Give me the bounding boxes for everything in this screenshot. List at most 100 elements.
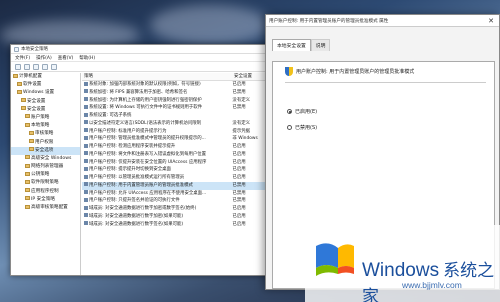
tree-item[interactable]: 计算机配置 — [11, 73, 80, 81]
tree-item[interactable]: 高级安全 Windows — [11, 155, 80, 163]
policy-icon — [84, 151, 88, 156]
policy-icon — [84, 128, 88, 132]
column-policy[interactable]: 策略 — [82, 73, 232, 80]
table-row[interactable]: 域成员: 对安全通道数据进行数字签名(如果可能) 已启用 — [82, 221, 271, 229]
folder-icon — [25, 155, 30, 160]
back-icon[interactable] — [15, 63, 21, 70]
folder-icon — [29, 130, 34, 135]
policy-icon — [84, 81, 88, 86]
policy-icon — [84, 190, 88, 194]
policy-name: 域成员: 对安全通道数据进行数字加密(如果可能) — [82, 213, 230, 221]
folder-icon — [25, 204, 30, 209]
policy-icon — [84, 159, 88, 163]
policy-name: 用户账户控制: 将文件和注册表写入错误虚拟化到每用户位置 — [82, 151, 230, 159]
tree-item[interactable]: 审核策略 — [11, 130, 80, 138]
dialog-tabs: 本地安全设置 说明 — [272, 39, 499, 51]
policy-name: 用户账户控制: 管理员批准模式中管理员的提升权限提示的... — [82, 135, 230, 143]
list-header: 策略 安全设置 — [82, 73, 271, 81]
policy-icon — [84, 182, 88, 187]
table-row[interactable]: 域成员: 对安全通道数据进行数字加密(如果可能) 已启用 — [82, 213, 271, 221]
tree-item[interactable]: 用户权限 — [11, 139, 80, 147]
tab-local-security-setting[interactable]: 本地安全设置 — [272, 39, 311, 51]
policy-name: 用户账户控制: 提示提升时切换到安全桌面 — [82, 166, 230, 174]
tree-item[interactable]: 安全设置 — [11, 106, 80, 114]
folder-icon — [21, 106, 26, 111]
policy-name: 系统设置: 将 Windows 可执行文件中的证书规则用于软件 — [82, 104, 230, 112]
divider — [285, 82, 486, 83]
table-row[interactable]: 用户账户控制: 允许 UIAccess 应用程序在不使用安全桌面... 已禁用 — [82, 190, 271, 198]
table-row[interactable]: 系统对象: 加强内部系统对象的默认权限(例如，符号链接) 已启用 — [82, 81, 271, 89]
table-row[interactable]: 系统加密: 将 FIPS 兼容算法用于加密、哈希和签名 已禁用 — [82, 89, 271, 97]
policy-name: 用户账户控制: 检测应用程序安装并提示提升 — [82, 143, 230, 151]
background-cloud — [150, 5, 270, 45]
menu-action[interactable]: 操作(A) — [36, 55, 52, 61]
policy-icon — [84, 97, 88, 101]
policy-title: 用户账户控制: 用于内置管理员账户的管理员批准模式 — [296, 69, 415, 75]
table-row[interactable]: 域成员: 对安全通道数据进行数字加密或数字签名(始终) 已启用 — [82, 205, 271, 213]
folder-icon — [17, 81, 22, 86]
tree-item-security-options[interactable]: 安全选项 — [11, 146, 80, 155]
tree-item[interactable]: Windows 设置 — [11, 89, 80, 97]
tree-item[interactable]: 软件限制策略 — [11, 179, 80, 187]
help-icon[interactable] — [51, 63, 57, 70]
tree-item[interactable]: IP 安全策略 — [11, 196, 80, 204]
local-security-policy-window: 本地安全策略 文件(F) 操作(A) 查看(V) 帮助(H) 计算机配置 软件设… — [10, 44, 272, 276]
table-row[interactable]: 以安全描述符定义语言(SDDL)语法表示的计算机访问限制 没有定义 — [82, 120, 271, 128]
table-row[interactable]: 用户账户控制: 提示提升时切换到安全桌面 已启用 — [82, 166, 271, 174]
policy-name: 域成员: 对安全通道数据进行数字加密或数字签名(始终) — [82, 205, 230, 213]
policy-icon — [84, 104, 88, 109]
tree-item[interactable]: 本地策略 — [11, 122, 80, 130]
policy-icon — [84, 112, 88, 117]
policy-icon — [84, 135, 88, 140]
table-row[interactable]: 用户账户控制: 检测应用程序安装并提示提升 已启用 — [82, 143, 271, 151]
folder-icon — [25, 188, 30, 193]
folder-icon — [21, 98, 26, 103]
folder-icon — [25, 114, 30, 119]
menu-file[interactable]: 文件(F) — [15, 55, 30, 61]
policy-icon — [84, 205, 88, 210]
table-row[interactable]: 系统设置: 可选子系统 — [82, 112, 271, 120]
table-row[interactable]: 用户账户控制: 将文件和注册表写入错误虚拟化到每用户位置 已启用 — [82, 151, 271, 159]
tree-item[interactable]: 软件设置 — [11, 81, 80, 89]
policy-icon — [84, 197, 88, 202]
radio-enabled[interactable]: 已启用(E) — [287, 108, 317, 115]
policy-heading: 用户账户控制: 用于内置管理员账户的管理员批准模式 — [285, 67, 414, 76]
watermark-brand: Windows — [362, 260, 440, 281]
column-setting[interactable]: 安全设置 — [232, 73, 252, 80]
radio-label: 已禁用(S) — [295, 125, 318, 131]
policy-name: 用户账户控制: 用于内置管理员账户的管理员批准模式 — [82, 182, 230, 190]
table-row[interactable]: 用户账户控制: 仅提升安装在安全位置的 UIAccess 应用程序 已启用 — [82, 159, 271, 167]
close-icon[interactable]: ✕ — [488, 17, 494, 25]
folder-icon — [29, 147, 34, 152]
tree-item[interactable]: 高级审核策略配置 — [11, 204, 80, 212]
tree-item[interactable]: 应用程序控制 — [11, 188, 80, 196]
watermark-text: Windows 系统之家 — [362, 256, 500, 302]
table-row[interactable]: 用户账户控制: 管理员批准模式中管理员的提升权限提示的... 非 Windows — [82, 135, 271, 143]
tree-item[interactable]: 安全设置 — [11, 98, 80, 106]
tree-item[interactable]: 网络列表管理器 — [11, 163, 80, 171]
menu-view[interactable]: 查看(V) — [58, 55, 74, 61]
tree-item[interactable]: 公钥策略 — [11, 171, 80, 179]
radio-button[interactable] — [287, 109, 292, 114]
forward-icon[interactable] — [24, 63, 30, 70]
policy-icon — [84, 89, 88, 94]
menu-help[interactable]: 帮助(H) — [79, 55, 95, 61]
folder-icon — [29, 139, 34, 143]
radio-disabled[interactable]: 已禁用(S) — [287, 124, 317, 131]
table-row[interactable]: 系统加密: 为计算机上存储的用户密钥强制进行强密钥保护 没有定义 — [82, 97, 271, 105]
table-row[interactable]: 用户账户控制: 标准用户的提升提示行为 提示凭据 — [82, 128, 271, 136]
up-icon[interactable] — [33, 63, 39, 70]
table-row[interactable]: 用户账户控制: 用于内置管理员账户的管理员批准模式 已禁用 — [82, 181, 271, 190]
tab-explain[interactable]: 说明 — [310, 39, 331, 51]
tree-item[interactable]: 账户策略 — [11, 114, 80, 122]
properties-icon[interactable] — [42, 63, 48, 70]
table-row[interactable]: 用户账户控制: 以管理员批准模式运行所有管理员 已启用 — [82, 174, 271, 182]
policy-list: 策略 安全设置 系统对象: 加强内部系统对象的默认权限(例如，符号链接) 已启用系… — [82, 73, 271, 275]
policy-icon — [84, 221, 88, 225]
policy-icon — [84, 213, 88, 218]
folder-icon — [17, 89, 22, 94]
table-row[interactable]: 用户账户控制: 只提升签名并验证的可执行文件 已禁用 — [82, 197, 271, 205]
table-row[interactable]: 系统设置: 将 Windows 可执行文件中的证书规则用于软件 已禁用 — [82, 104, 271, 112]
radio-button[interactable] — [287, 125, 292, 130]
toolbar — [11, 62, 271, 72]
